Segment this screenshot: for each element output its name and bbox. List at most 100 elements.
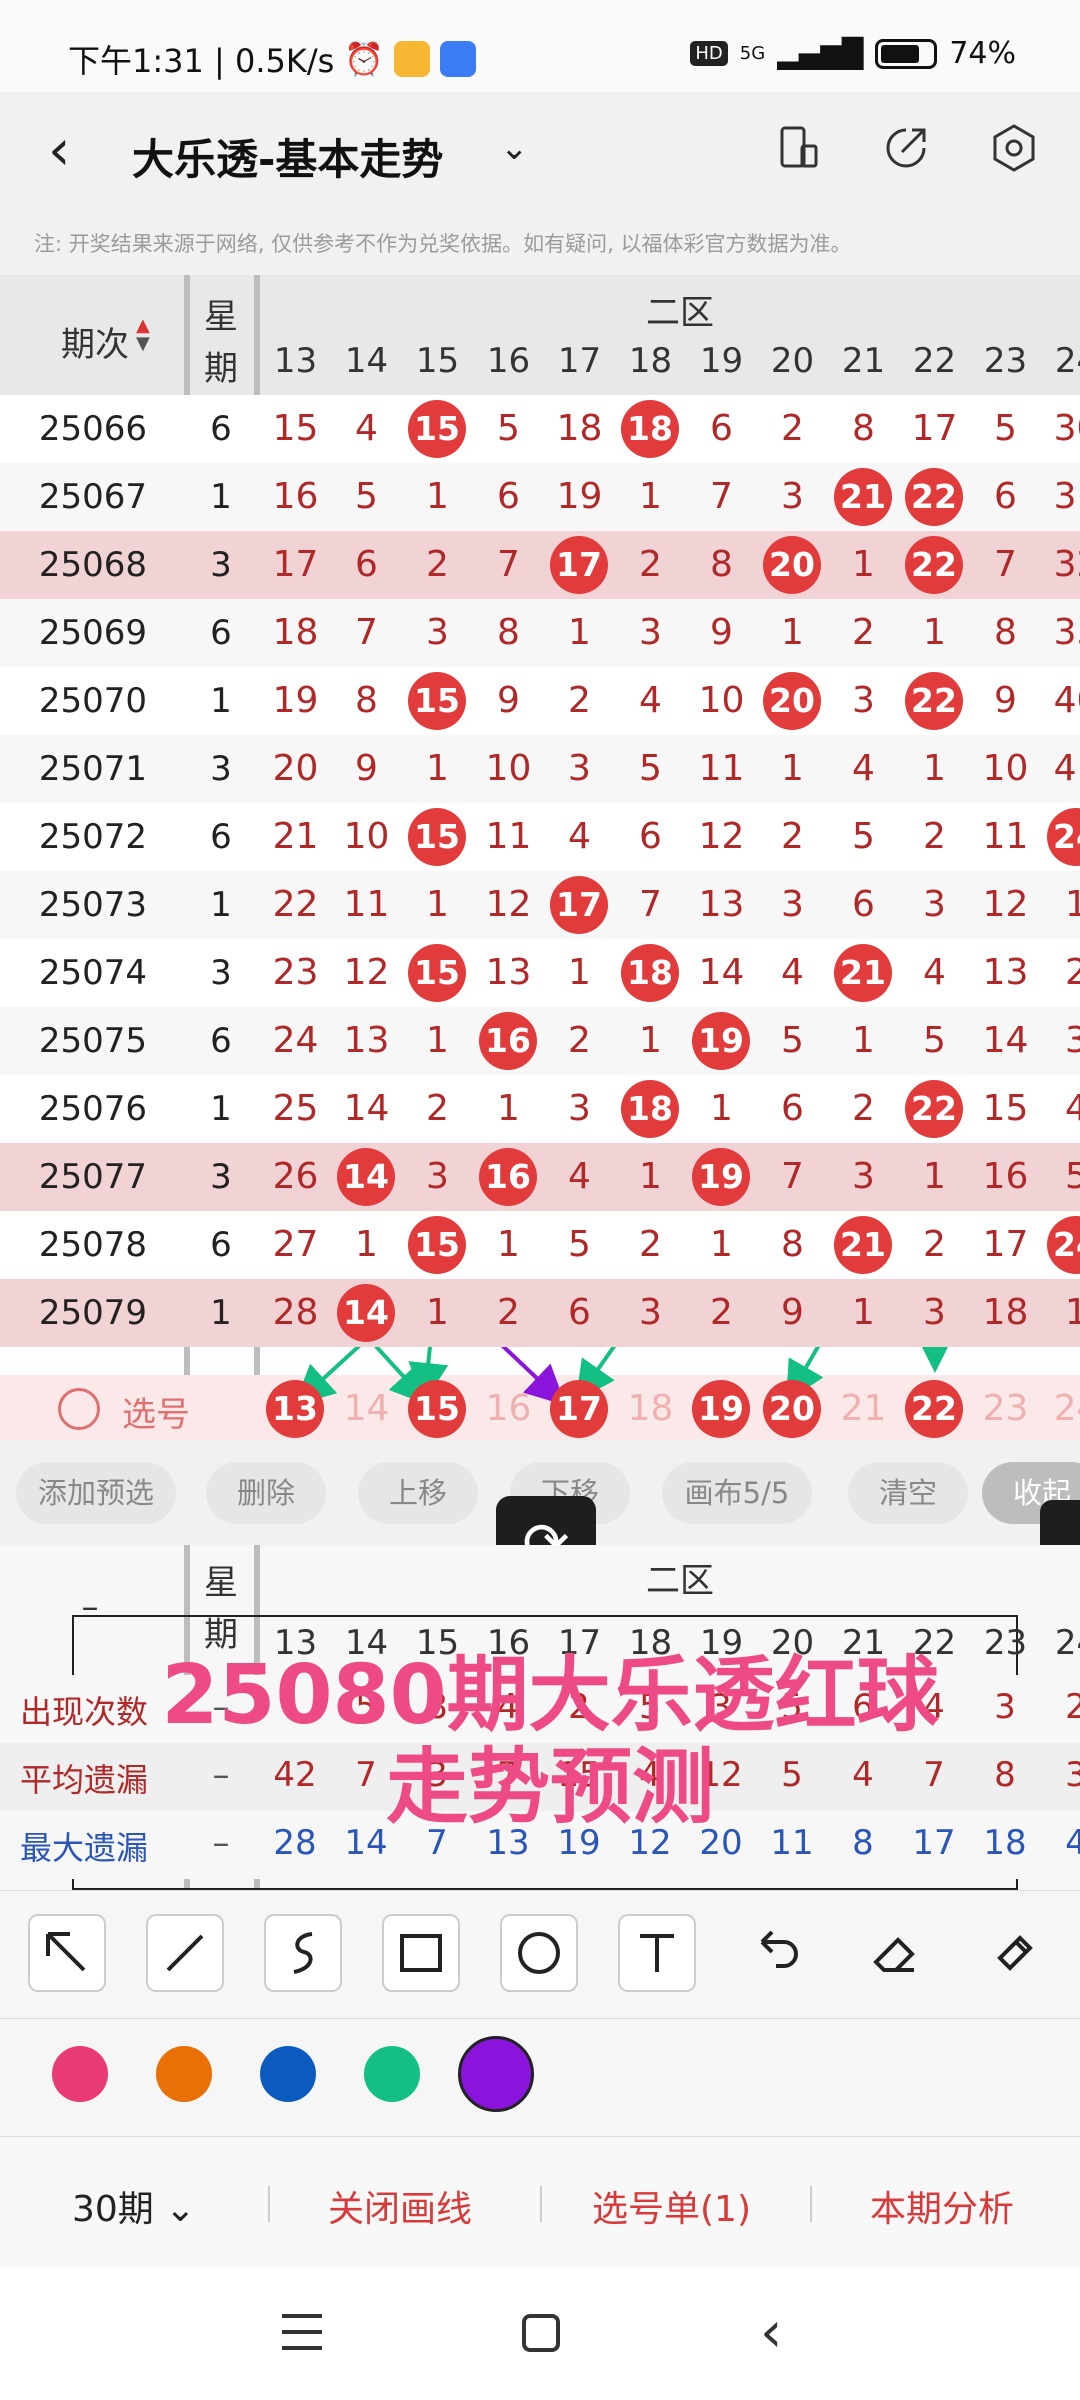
miss-cell[interactable]: 33 <box>1041 599 1080 667</box>
miss-cell[interactable]: 1 <box>402 871 473 939</box>
miss-cell[interactable]: 4 <box>757 939 828 1007</box>
miss-cell[interactable]: 2 <box>1041 939 1080 1007</box>
miss-cell[interactable]: 1 <box>331 1211 402 1279</box>
selected-ball[interactable]: 17 <box>550 1380 608 1438</box>
miss-cell[interactable]: 20 <box>260 735 331 803</box>
clear-brush-icon[interactable] <box>976 1914 1054 1992</box>
miss-cell[interactable]: 7 <box>970 531 1041 599</box>
miss-cell[interactable]: 9 <box>473 667 544 735</box>
hit-ball[interactable]: 18 <box>621 944 679 1002</box>
selected-ball[interactable]: 15 <box>408 1380 466 1438</box>
hit-ball[interactable]: 22 <box>905 536 963 594</box>
toolbar-button[interactable]: 清空 <box>848 1462 968 1524</box>
miss-cell[interactable]: 9 <box>686 599 757 667</box>
miss-cell[interactable]: 28 <box>260 1279 331 1347</box>
miss-cell[interactable]: 2 <box>544 667 615 735</box>
miss-cell[interactable]: 7 <box>686 463 757 531</box>
curve-tool-icon[interactable] <box>264 1914 342 1992</box>
miss-cell[interactable]: 8 <box>757 1211 828 1279</box>
miss-cell[interactable]: 5 <box>757 1007 828 1075</box>
miss-cell[interactable]: 6 <box>970 463 1041 531</box>
miss-cell[interactable]: 1 <box>402 1007 473 1075</box>
chevron-down-icon[interactable]: ⌄ <box>500 128 529 168</box>
miss-cell[interactable]: 3 <box>757 871 828 939</box>
miss-cell[interactable]: 1 <box>402 735 473 803</box>
miss-cell[interactable]: 3 <box>828 1143 899 1211</box>
page-title[interactable]: 大乐透-基本走势 <box>132 126 443 187</box>
miss-cell[interactable]: 6 <box>473 463 544 531</box>
miss-cell[interactable]: 8 <box>473 599 544 667</box>
hit-ball[interactable]: 14 <box>337 1284 395 1342</box>
miss-cell[interactable]: 13 <box>970 939 1041 1007</box>
miss-cell[interactable]: 13 <box>331 1007 402 1075</box>
miss-cell[interactable]: 7 <box>473 531 544 599</box>
menu-nav-icon[interactable] <box>282 2314 322 2350</box>
miss-cell[interactable]: 3 <box>899 1279 970 1347</box>
miss-cell[interactable]: 2 <box>402 531 473 599</box>
miss-cell[interactable]: 16 <box>970 1143 1041 1211</box>
miss-cell[interactable]: 6 <box>331 531 402 599</box>
miss-cell[interactable]: 31 <box>1041 463 1080 531</box>
miss-cell[interactable]: 1 <box>757 735 828 803</box>
miss-cell[interactable]: 5 <box>970 395 1041 463</box>
miss-cell[interactable]: 1 <box>1041 871 1080 939</box>
miss-cell[interactable]: 3 <box>402 1143 473 1211</box>
miss-cell[interactable]: 16 <box>260 463 331 531</box>
miss-cell[interactable]: 32 <box>1041 531 1080 599</box>
miss-cell[interactable]: 40 <box>1041 667 1080 735</box>
miss-cell[interactable]: 2 <box>402 1075 473 1143</box>
miss-cell[interactable]: 1 <box>686 1211 757 1279</box>
color-purple-selected[interactable] <box>458 2036 534 2112</box>
miss-cell[interactable]: 4 <box>544 1143 615 1211</box>
miss-cell[interactable]: 14 <box>331 1075 402 1143</box>
miss-cell[interactable]: 3 <box>544 1075 615 1143</box>
miss-cell[interactable]: 13 <box>686 871 757 939</box>
miss-cell[interactable]: 1 <box>899 599 970 667</box>
miss-cell[interactable]: 2 <box>757 803 828 871</box>
miss-cell[interactable]: 2 <box>757 395 828 463</box>
miss-cell[interactable]: 1 <box>544 939 615 1007</box>
miss-cell[interactable]: 3 <box>615 1279 686 1347</box>
miss-cell[interactable]: 19 <box>544 463 615 531</box>
miss-cell[interactable]: 3 <box>1041 1007 1080 1075</box>
layout-icon[interactable] <box>772 122 824 174</box>
miss-cell[interactable]: 3 <box>899 871 970 939</box>
miss-cell[interactable]: 4 <box>1041 1075 1080 1143</box>
miss-cell[interactable]: 1 <box>402 1279 473 1347</box>
miss-cell[interactable]: 4 <box>828 735 899 803</box>
miss-cell[interactable]: 1 <box>473 1075 544 1143</box>
miss-cell[interactable]: 1 <box>615 1143 686 1211</box>
miss-cell[interactable]: 24 <box>260 1007 331 1075</box>
hit-ball[interactable]: 16 <box>479 1148 537 1206</box>
miss-cell[interactable]: 15 <box>970 1075 1041 1143</box>
hit-ball[interactable]: 14 <box>337 1148 395 1206</box>
arrow-tool-icon[interactable] <box>28 1914 106 1992</box>
miss-cell[interactable]: 1 <box>899 735 970 803</box>
color-orange[interactable] <box>156 2046 212 2102</box>
pick-list-button[interactable]: 选号单(1) <box>592 2180 751 2232</box>
hit-ball[interactable]: 18 <box>621 1080 679 1138</box>
miss-cell[interactable]: 2 <box>899 803 970 871</box>
miss-cell[interactable]: 2 <box>828 599 899 667</box>
hit-ball[interactable]: 21 <box>834 1216 892 1274</box>
miss-cell[interactable]: 11 <box>970 803 1041 871</box>
miss-cell[interactable]: 15 <box>260 395 331 463</box>
color-pink[interactable] <box>52 2046 108 2102</box>
miss-cell[interactable]: 18 <box>970 1279 1041 1347</box>
miss-cell[interactable]: 8 <box>828 395 899 463</box>
miss-cell[interactable]: 1 <box>686 1075 757 1143</box>
select-cell[interactable]: 16 <box>473 1375 544 1440</box>
undo-icon[interactable] <box>736 1914 814 1992</box>
hit-ball[interactable]: 16 <box>479 1012 537 1070</box>
miss-cell[interactable]: 3 <box>828 667 899 735</box>
miss-cell[interactable]: 27 <box>260 1211 331 1279</box>
miss-cell[interactable]: 5 <box>331 463 402 531</box>
miss-cell[interactable]: 1 <box>757 599 828 667</box>
miss-cell[interactable]: 4 <box>331 395 402 463</box>
miss-cell[interactable]: 12 <box>970 871 1041 939</box>
toolbar-button[interactable]: 删除 <box>206 1462 326 1524</box>
miss-cell[interactable]: 17 <box>899 395 970 463</box>
home-nav-icon[interactable] <box>522 2314 560 2352</box>
text-tool-icon[interactable] <box>618 1914 696 1992</box>
miss-cell[interactable]: 26 <box>260 1143 331 1211</box>
